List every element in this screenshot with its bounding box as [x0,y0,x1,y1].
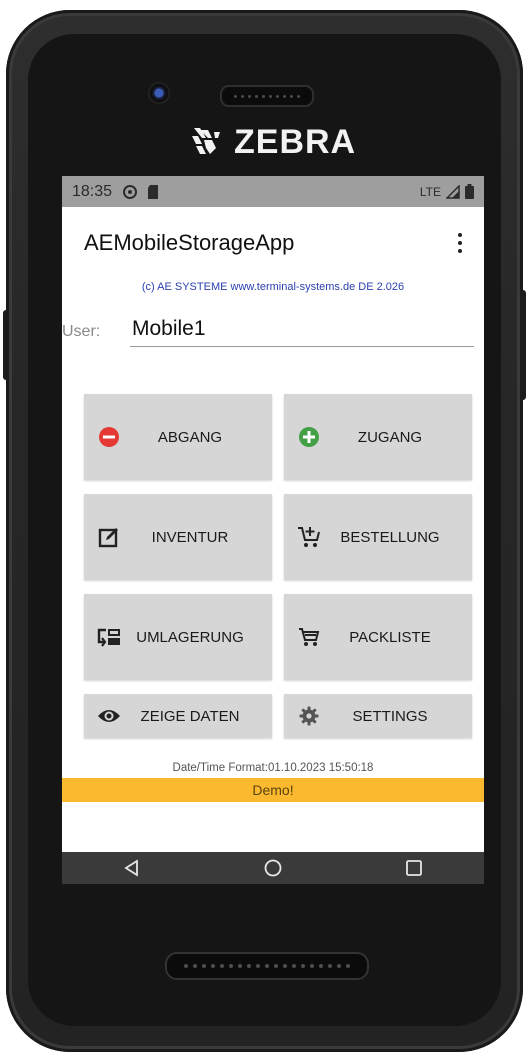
user-input[interactable]: Mobile1 [130,317,474,347]
status-bar: 18:35 LTE [62,176,484,207]
back-triangle-icon [124,859,139,877]
settings-label: SETTINGS [352,707,428,725]
android-navigation-bar [62,852,484,884]
datetime-format-text: Date/Time Format:01.10.2023 15:50:18 [172,762,374,774]
bestellung-label: BESTELLUNG [340,528,440,546]
overflow-menu-button[interactable] [450,228,470,258]
side-button-right [520,290,526,400]
app-bar: AEMobileStorageApp [62,207,484,279]
inventur-label: INVENTUR [151,528,229,546]
transfer-icon [96,624,122,650]
nav-back-button[interactable] [117,855,147,881]
umlagerung-button[interactable]: UMLAGERUNG [84,594,272,680]
abgang-button[interactable]: ABGANG [84,394,272,480]
status-time: 18:35 [72,182,113,200]
phone-screen: 18:35 LTE AEMobileStorageApp (c) AE SYST… [62,176,484,884]
recents-square-icon [405,860,422,876]
user-label: User: [62,323,101,340]
demo-banner: Demo! [62,778,484,802]
app-title: AEMobileStorageApp [84,230,295,255]
minus-circle-icon [96,424,122,450]
more-vert-icon [458,233,462,237]
eye-icon [96,703,122,729]
inventur-button[interactable]: INVENTUR [84,494,272,580]
sim-card-icon [148,184,159,199]
battery-icon [465,184,474,199]
cart-add-icon [296,524,322,550]
brand-text: ZEBRA [234,122,357,161]
zugang-label: ZUGANG [357,428,423,446]
copyright-text: (c) AE SYSTEME www.terminal-systems.de D… [141,281,405,293]
abgang-label: ABGANG [157,428,223,446]
zugang-button[interactable]: ZUGANG [284,394,472,480]
packliste-label: PACKLISTE [349,628,431,646]
edit-icon [96,524,122,550]
network-type: LTE [419,184,441,199]
zeige-daten-label: ZEIGE DATEN [140,707,240,725]
settings-button[interactable]: SETTINGS [284,694,472,738]
data-saver-icon [123,184,138,199]
packliste-button[interactable]: PACKLISTE [284,594,472,680]
umlagerung-label: UMLAGERUNG [136,628,244,646]
front-camera [148,82,170,104]
plus-circle-icon [296,424,322,450]
signal-icon [446,184,460,199]
nav-recents-button[interactable] [399,855,429,881]
nav-home-button[interactable] [258,855,288,881]
side-button-left [3,310,9,380]
cart-icon [296,624,322,650]
bottom-speaker [165,952,369,980]
user-row: User: Mobile1 [62,309,484,347]
brand-logo: ZEBRA [188,120,356,164]
zeige-daten-button[interactable]: ZEIGE DATEN [84,694,272,738]
earpiece-speaker [220,85,314,107]
gear-icon [296,703,322,729]
home-circle-icon [264,859,282,877]
bestellung-button[interactable]: BESTELLUNG [284,494,472,580]
zebra-head-icon [192,128,220,154]
